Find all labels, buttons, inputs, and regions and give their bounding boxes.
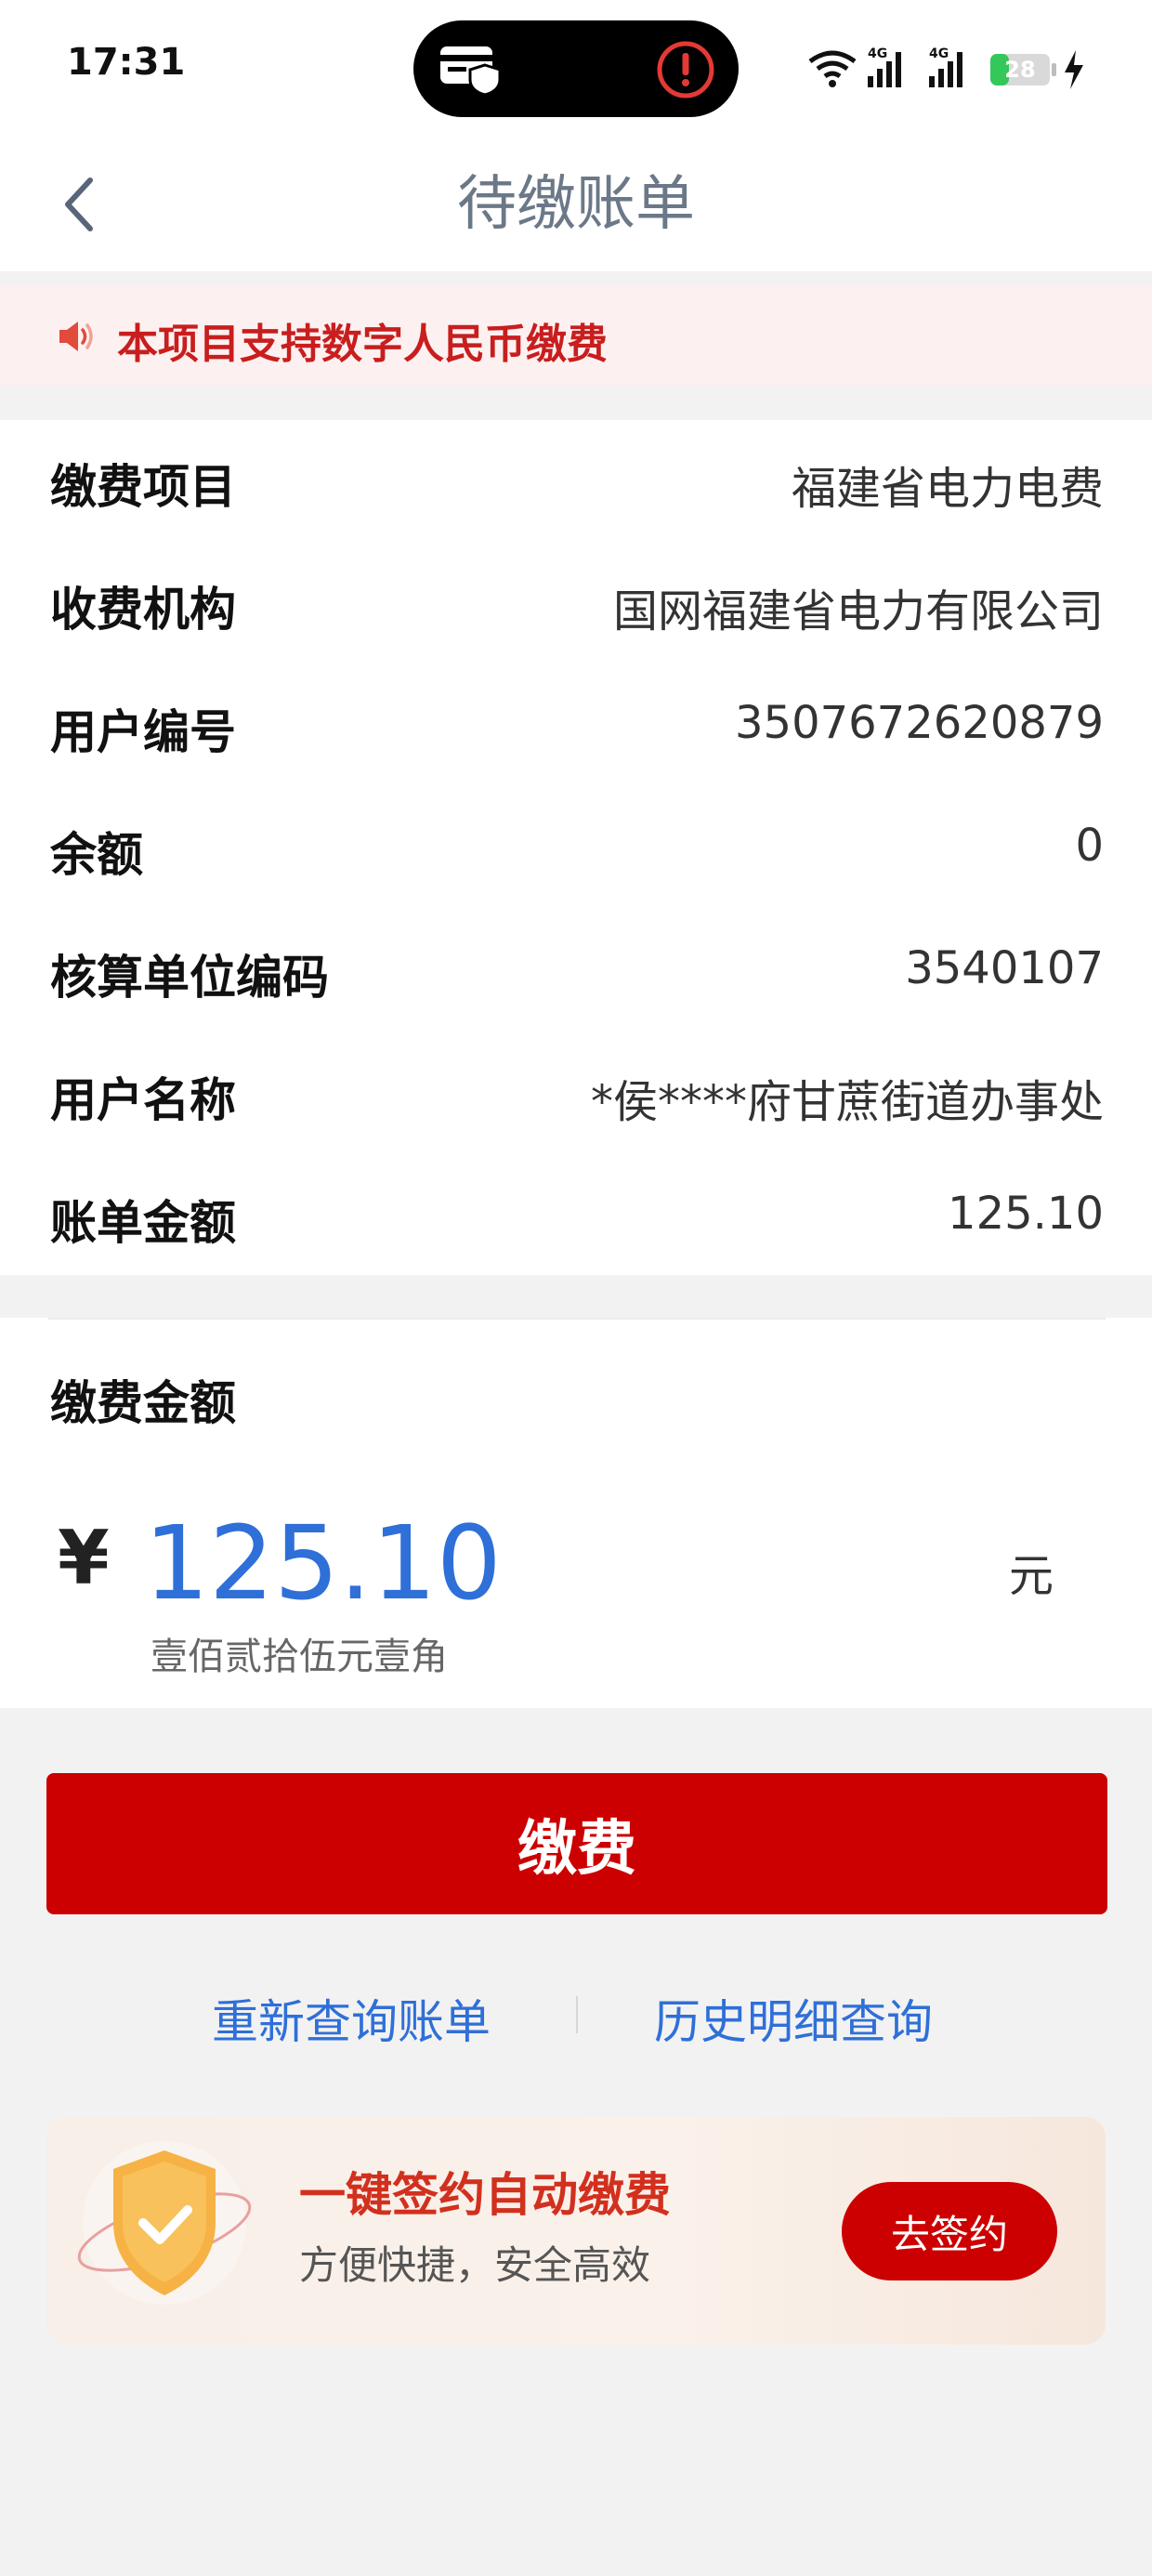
row-value-unit-code: 3540107	[905, 942, 1104, 994]
svg-text:4G: 4G	[868, 46, 887, 61]
requery-bill-link[interactable]: 重新查询账单	[212, 1985, 491, 2052]
row-label-org: 收费机构	[50, 583, 236, 637]
currency-unit: 元	[1009, 1550, 1054, 1602]
wifi-icon	[808, 50, 857, 87]
shield-check-icon	[77, 2141, 252, 2305]
link-separator	[576, 1996, 578, 2033]
status-time: 17:31	[67, 41, 186, 84]
row-value-org: 国网福建省电力有限公司	[612, 585, 1104, 637]
promo-subtitle: 方便快捷，安全高效	[299, 2242, 651, 2288]
payment-amount-input[interactable]: 125.10	[144, 1504, 502, 1623]
battery-level: 28	[1004, 57, 1035, 83]
row-label-user-id: 用户编号	[50, 705, 236, 759]
row-value-balance: 0	[1075, 820, 1104, 872]
row-label-item: 缴费项目	[50, 460, 236, 514]
amount-in-words: 壹佰贰拾伍元壹角	[151, 1636, 448, 1678]
row-label-bill-amount: 账单金额	[50, 1196, 236, 1250]
row-label-balance: 余额	[50, 828, 143, 882]
row-value-user-name: *侯****府甘蔗街道办事处	[590, 1076, 1104, 1128]
notice-text: 本项目支持数字人民币缴费	[117, 321, 608, 368]
currency-symbol: ¥	[58, 1515, 110, 1601]
row-value-user-id: 3507672620879	[734, 697, 1104, 749]
battery-icon: 28	[990, 54, 1056, 85]
speaker-icon	[59, 322, 93, 351]
svg-text:4G: 4G	[929, 46, 949, 61]
card-shield-icon	[440, 46, 502, 97]
history-detail-link[interactable]: 历史明细查询	[654, 1985, 933, 2052]
system-status-icons: 4G 4G 28	[808, 46, 1083, 89]
page-title: 待缴账单	[457, 170, 695, 239]
signal-4g-icon-2: 4G	[929, 46, 962, 87]
bill-info-card	[0, 420, 1152, 1275]
signal-4g-icon: 4G	[868, 46, 901, 87]
payment-label: 缴费金额	[50, 1376, 236, 1430]
row-label-user-name: 用户名称	[50, 1073, 236, 1127]
row-label-unit-code: 核算单位编码	[50, 951, 329, 1005]
divider	[48, 1318, 1106, 1320]
row-value-bill-amount: 125.10	[948, 1188, 1104, 1240]
alert-icon	[657, 41, 714, 99]
row-value-item: 福建省电力电费	[791, 463, 1104, 515]
charging-icon	[1065, 50, 1083, 89]
pay-button[interactable]: 缴费	[46, 1773, 1107, 1914]
sign-up-button[interactable]: 去签约	[842, 2182, 1057, 2280]
promo-title: 一键签约自动缴费	[299, 2168, 671, 2222]
